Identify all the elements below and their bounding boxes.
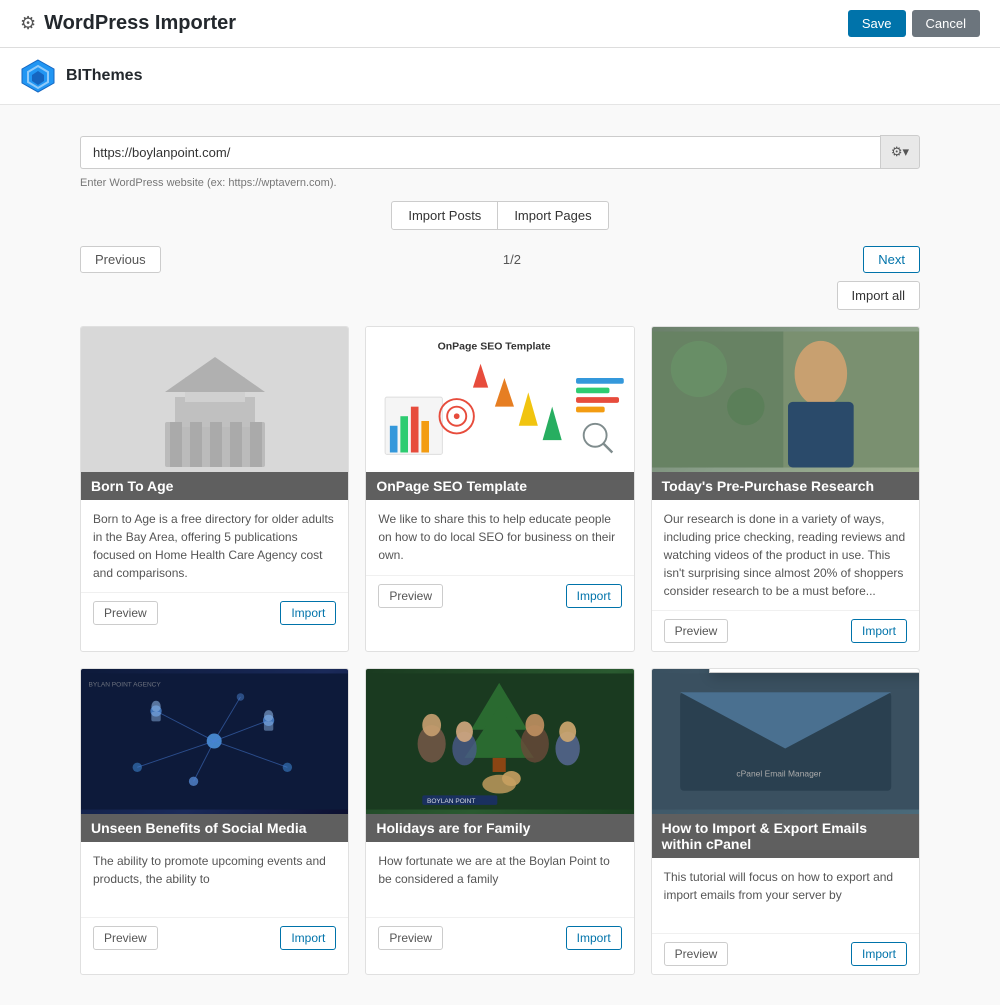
preview-button-social[interactable]: Preview [93,926,158,950]
post-excerpt-seo: We like to share this to help educate pe… [366,500,633,575]
post-card-born-to-age: Born To Age Born to Age is a free direct… [80,326,349,652]
post-excerpt-email: This tutorial will focus on how to expor… [652,858,919,933]
svg-text:BOYLAN POINT: BOYLAN POINT [427,798,475,805]
post-thumbnail-holidays: BOYLAN POINT [366,669,633,814]
cancel-button[interactable]: Cancel [912,10,980,37]
header-buttons: Save Cancel [848,10,980,37]
svg-text:OnPage SEO Template: OnPage SEO Template [438,340,551,352]
gear-icon: ⚙ [20,13,36,34]
page-info: 1/2 [503,252,521,267]
social-illustration: BYLAN POINT AGENCY [81,669,348,814]
header-left: ⚙ WordPress Importer [20,12,236,35]
post-card-social-media: BYLAN POINT AGENCY Unseen Benefits of So… [80,668,349,975]
url-input[interactable] [80,136,880,169]
post-thumbnail-seo: OnPage SEO Template [366,327,633,472]
import-all-button[interactable]: Import all [837,281,920,310]
post-title-email: How to Import & Export Emails within cPa… [652,814,919,858]
research-photo [652,327,919,472]
brand-name: BIThemes [66,67,142,85]
previous-button[interactable]: Previous [80,246,161,273]
holiday-illustration: BOYLAN POINT [366,669,633,814]
post-actions-research: Preview Import [652,610,919,651]
svg-text:BYLAN POINT AGENCY: BYLAN POINT AGENCY [89,682,162,689]
import-all-row: Import all [80,281,920,310]
email-illustration: cPanel Email Manager [652,669,919,814]
import-tabs: Import Posts Import Pages [80,201,920,230]
import-button-research[interactable]: Import [851,619,907,643]
url-section: ⚙▾ [80,135,920,169]
post-card-holidays: BOYLAN POINT Holidays are for Family How… [365,668,634,975]
url-hint: Enter WordPress website (ex: https://wpt… [80,177,920,189]
page-title: WordPress Importer [44,12,236,35]
svg-text:cPanel Email Manager: cPanel Email Manager [736,769,821,779]
post-actions-born-to-age: Preview Import [81,592,348,633]
post-thumbnail-social: BYLAN POINT AGENCY [81,669,348,814]
do-not-check-menu-item[interactable]: 🔔 Do Not Check for New Mail [710,668,920,672]
post-excerpt-born-to-age: Born to Age is a free directory for olde… [81,500,348,592]
post-actions-email: Preview Import [652,933,919,974]
tab-import-pages[interactable]: Import Pages [498,201,608,230]
preview-button-born-to-age[interactable]: Preview [93,601,158,625]
next-button[interactable]: Next [863,246,920,273]
header: ⚙ WordPress Importer Save Cancel [0,0,1000,48]
save-button[interactable]: Save [848,10,906,37]
post-thumbnail-born-to-age [81,327,348,472]
post-excerpt-social: The ability to promote upcoming events a… [81,842,348,917]
pagination-row: Previous 1/2 Next [80,246,920,273]
import-button-social[interactable]: Import [280,926,336,950]
post-actions-seo: Preview Import [366,575,633,616]
brand-logo-icon [20,58,56,94]
post-excerpt-holidays: How fortunate we are at the Boylan Point… [366,842,633,917]
brand-bar: BIThemes [0,48,1000,105]
email-dropdown-menu: + New Message ↻ 📥 Inbox (52) 📄 Dra.. [709,668,920,673]
import-button-born-to-age[interactable]: Import [280,601,336,625]
posts-grid-wrapper: Born To Age Born to Age is a free direct… [80,326,920,975]
main-content: ⚙▾ Enter WordPress website (ex: https://… [0,105,1000,1005]
posts-grid: Born To Age Born to Age is a free direct… [80,326,920,975]
import-button-email[interactable]: Import [851,942,907,966]
preview-button-seo[interactable]: Preview [378,584,443,608]
import-button-seo[interactable]: Import [566,584,622,608]
post-title-holidays: Holidays are for Family [366,814,633,842]
post-actions-holidays: Preview Import [366,917,633,958]
post-title-research: Today's Pre-Purchase Research [652,472,919,500]
preview-button-holidays[interactable]: Preview [378,926,443,950]
post-actions-social: Preview Import [81,917,348,958]
building-icon [155,352,275,472]
preview-button-email[interactable]: Preview [664,942,729,966]
tab-import-posts[interactable]: Import Posts [391,201,498,230]
post-card-research: Today's Pre-Purchase Research Our resear… [651,326,920,652]
url-settings-button[interactable]: ⚙▾ [880,135,920,169]
post-thumbnail-email: cPanel Email Manager [652,669,919,814]
post-card-onpage-seo: OnPage SEO Template [365,326,634,652]
import-button-holidays[interactable]: Import [566,926,622,950]
preview-button-research[interactable]: Preview [664,619,729,643]
post-card-email: cPanel Email Manager How to Import & Exp… [651,668,920,975]
post-excerpt-research: Our research is done in a variety of way… [652,500,919,610]
seo-illustration: OnPage SEO Template [366,327,633,472]
post-title-seo: OnPage SEO Template [366,472,633,500]
post-title-born-to-age: Born To Age [81,472,348,500]
post-thumbnail-research [652,327,919,472]
post-title-social: Unseen Benefits of Social Media [81,814,348,842]
